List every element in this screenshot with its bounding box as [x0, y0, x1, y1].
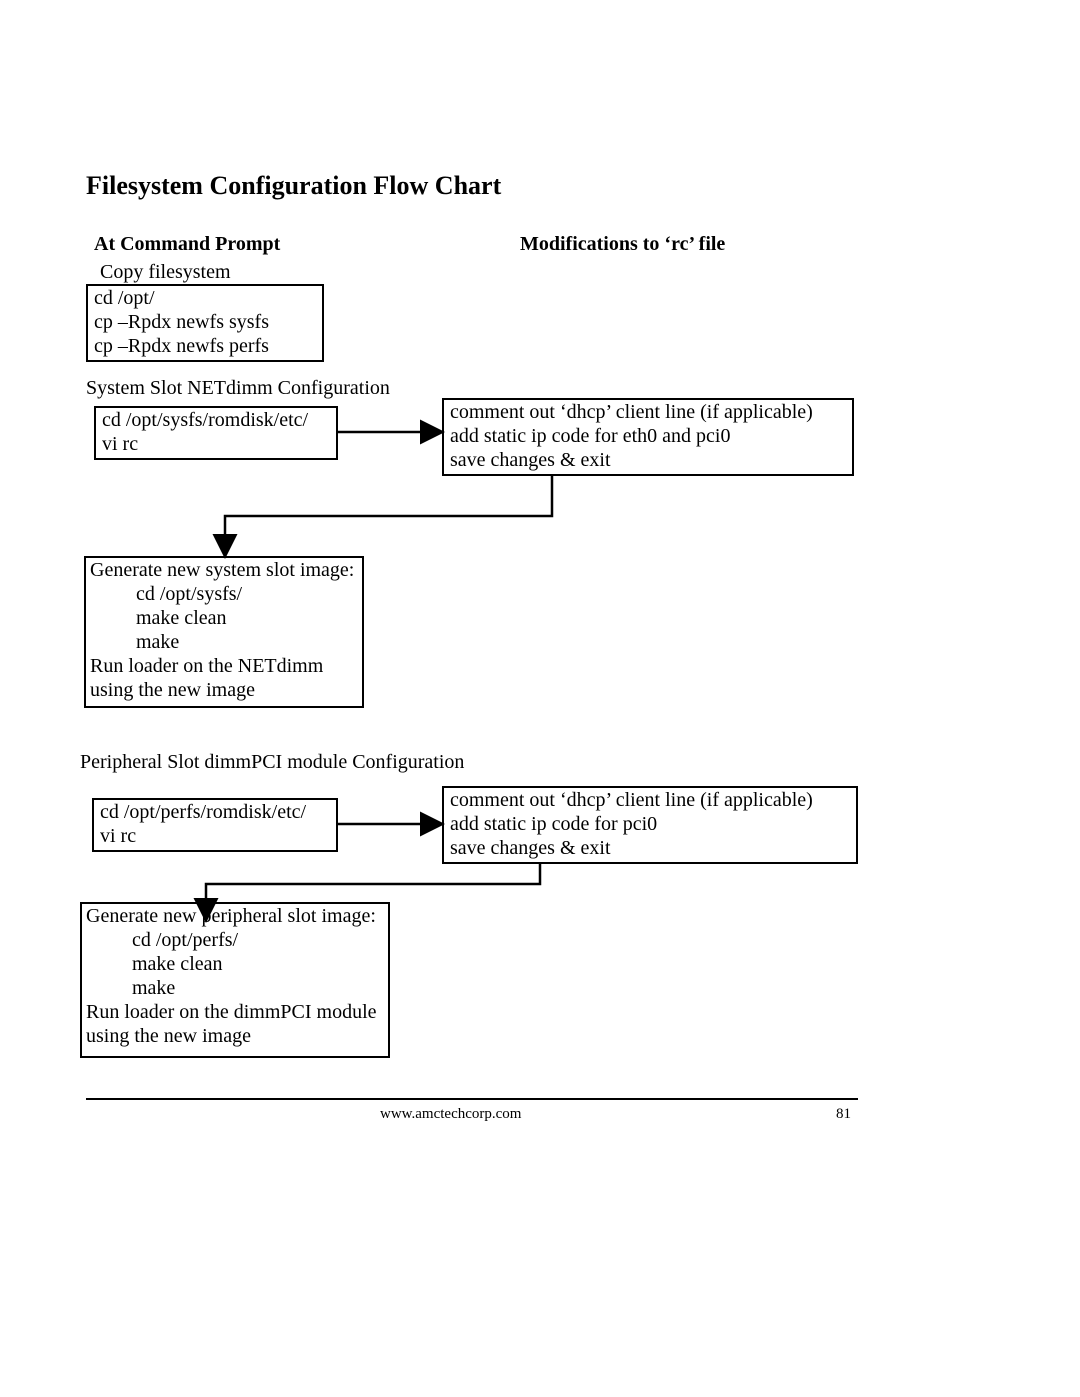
- text: Run loader on the NETdimm: [90, 654, 358, 678]
- text: vi rc: [100, 824, 330, 848]
- text: Run loader on the dimmPCI module: [86, 1000, 384, 1024]
- text: using the new image: [90, 678, 358, 702]
- text: make clean: [90, 606, 358, 630]
- text: Generate new peripheral slot image:: [86, 904, 384, 928]
- column-head-left: At Command Prompt: [94, 232, 280, 256]
- text: cd /opt/sysfs/: [90, 582, 358, 606]
- footer-page-number: 81: [836, 1106, 851, 1123]
- column-head-right: Modifications to ‘rc’ file: [520, 232, 725, 256]
- text: cd /opt/perfs/: [86, 928, 384, 952]
- page-title: Filesystem Configuration Flow Chart: [86, 174, 501, 198]
- text: make: [86, 976, 384, 1000]
- label-peripheral-slot: Peripheral Slot dimmPCI module Configura…: [80, 750, 464, 774]
- box-sysfs-edit: cd /opt/sysfs/romdisk/etc/ vi rc: [94, 406, 338, 460]
- box-copy-filesystem: cd /opt/ cp –Rpdx newfs sysfs cp –Rpdx n…: [86, 284, 324, 362]
- text: cd /opt/perfs/romdisk/etc/: [100, 800, 330, 824]
- text: cp –Rpdx newfs perfs: [94, 334, 316, 358]
- text: add static ip code for eth0 and pci0: [450, 424, 846, 448]
- text: Generate new system slot image:: [90, 558, 358, 582]
- text: using the new image: [86, 1024, 384, 1048]
- footer-url: www.amctechcorp.com: [380, 1106, 521, 1123]
- box-perfs-edit: cd /opt/perfs/romdisk/etc/ vi rc: [92, 798, 338, 852]
- text: make clean: [86, 952, 384, 976]
- text: cp –Rpdx newfs sysfs: [94, 310, 316, 334]
- label-system-slot: System Slot NETdimm Configuration: [86, 376, 390, 400]
- box-perfs-make: Generate new peripheral slot image: cd /…: [80, 902, 390, 1058]
- text: comment out ‘dhcp’ client line (if appli…: [450, 788, 850, 812]
- page: Filesystem Configuration Flow Chart At C…: [0, 0, 1080, 1397]
- text: cd /opt/: [94, 286, 316, 310]
- box-sysfs-rc-mods: comment out ‘dhcp’ client line (if appli…: [442, 398, 854, 476]
- label-copy-filesystem: Copy filesystem: [100, 260, 231, 284]
- footer-rule: [86, 1098, 858, 1100]
- text: cd /opt/sysfs/romdisk/etc/: [102, 408, 330, 432]
- text: comment out ‘dhcp’ client line (if appli…: [450, 400, 846, 424]
- text: add static ip code for pci0: [450, 812, 850, 836]
- text: save changes & exit: [450, 836, 850, 860]
- box-sysfs-make: Generate new system slot image: cd /opt/…: [84, 556, 364, 708]
- text: vi rc: [102, 432, 330, 456]
- text: make: [90, 630, 358, 654]
- box-perfs-rc-mods: comment out ‘dhcp’ client line (if appli…: [442, 786, 858, 864]
- text: save changes & exit: [450, 448, 846, 472]
